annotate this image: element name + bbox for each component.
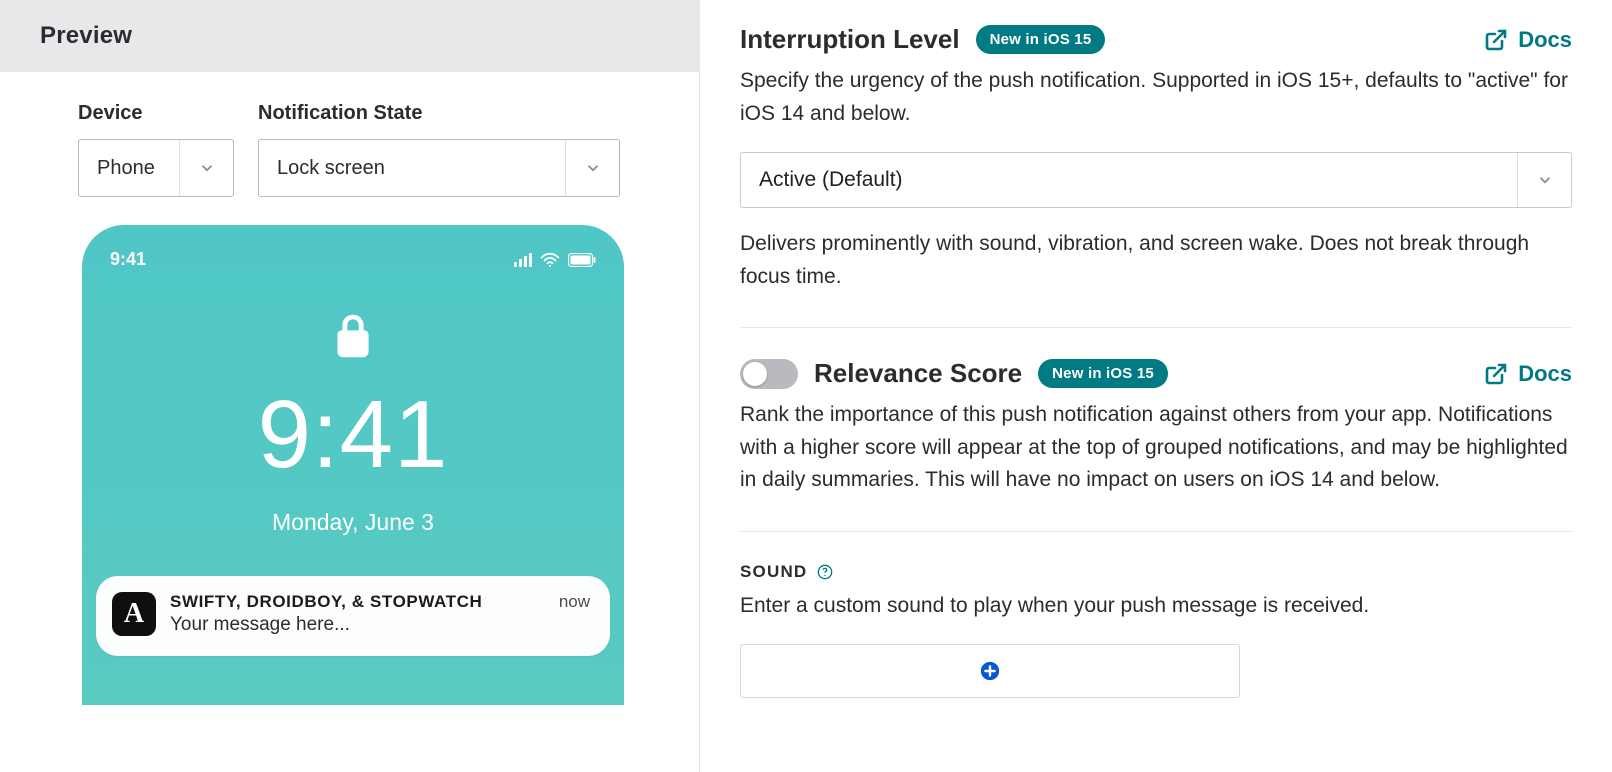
notification-body: SWIFTY, DROIDBOY, & STOPWATCH now Your m… xyxy=(170,592,590,636)
interruption-header: Interruption Level New in iOS 15 Docs xyxy=(740,24,1572,55)
sound-title: SOUND xyxy=(740,562,807,582)
preview-panel: Preview Device Phone Notification State … xyxy=(0,0,700,772)
interruption-title: Interruption Level xyxy=(740,24,960,55)
app-icon: A xyxy=(112,592,156,636)
interruption-section: Interruption Level New in iOS 15 Docs Sp… xyxy=(740,24,1572,328)
state-select[interactable]: Lock screen xyxy=(258,139,620,197)
help-icon[interactable] xyxy=(817,564,833,580)
relevance-description: Rank the importance of this push notific… xyxy=(740,399,1572,497)
lockscreen-time: 9:41 xyxy=(82,387,624,483)
add-sound-button[interactable] xyxy=(740,644,1240,698)
chevron-down-icon xyxy=(565,140,619,196)
notification-time: now xyxy=(559,592,590,612)
interruption-sub-description: Delivers prominently with sound, vibrati… xyxy=(740,228,1572,293)
external-link-icon xyxy=(1484,362,1508,386)
new-badge: New in iOS 15 xyxy=(976,25,1106,54)
preview-controls: Device Phone Notification State Lock scr… xyxy=(78,102,699,197)
device-control: Device Phone xyxy=(78,102,234,197)
external-link-icon xyxy=(1484,28,1508,52)
interruption-select-value: Active (Default) xyxy=(741,168,1517,192)
notification-card: A SWIFTY, DROIDBOY, & STOPWATCH now Your… xyxy=(96,576,610,656)
device-label: Device xyxy=(78,102,234,125)
device-select-value: Phone xyxy=(79,157,179,180)
relevance-title: Relevance Score xyxy=(814,358,1022,389)
phone-preview: 9:41 9:41 M xyxy=(82,225,624,705)
wifi-icon xyxy=(540,252,560,268)
lock-icon-wrap xyxy=(82,314,624,363)
relevance-toggle[interactable] xyxy=(740,359,798,389)
plus-circle-icon xyxy=(979,660,1001,682)
preview-body: Device Phone Notification State Lock scr… xyxy=(0,72,699,705)
status-time: 9:41 xyxy=(110,249,146,270)
interruption-description: Specify the urgency of the push notifica… xyxy=(740,65,1572,130)
device-select[interactable]: Phone xyxy=(78,139,234,197)
sound-section: SOUND Enter a custom sound to play when … xyxy=(740,562,1572,699)
settings-panel: Interruption Level New in iOS 15 Docs Sp… xyxy=(700,0,1612,772)
status-bar: 9:41 xyxy=(82,249,624,270)
lock-icon xyxy=(336,314,370,358)
preview-header: Preview xyxy=(0,0,699,72)
sound-description: Enter a custom sound to play when your p… xyxy=(740,590,1572,623)
docs-link[interactable]: Docs xyxy=(1484,361,1572,387)
state-select-value: Lock screen xyxy=(259,157,565,180)
relevance-header: Relevance Score New in iOS 15 Docs xyxy=(740,358,1572,389)
chevron-down-icon xyxy=(179,140,233,196)
docs-link[interactable]: Docs xyxy=(1484,27,1572,53)
relevance-section: Relevance Score New in iOS 15 Docs Rank … xyxy=(740,358,1572,532)
state-control: Notification State Lock screen xyxy=(258,102,620,197)
preview-title: Preview xyxy=(40,22,659,50)
status-icons xyxy=(514,252,596,268)
notification-title: SWIFTY, DROIDBOY, & STOPWATCH xyxy=(170,592,482,612)
lockscreen-date: Monday, June 3 xyxy=(82,509,624,536)
interruption-select[interactable]: Active (Default) xyxy=(740,152,1572,208)
signal-icon xyxy=(514,253,532,267)
new-badge: New in iOS 15 xyxy=(1038,359,1168,388)
battery-icon xyxy=(568,253,596,267)
chevron-down-icon xyxy=(1517,153,1571,207)
notification-message: Your message here... xyxy=(170,614,590,636)
docs-label: Docs xyxy=(1518,361,1572,387)
state-label: Notification State xyxy=(258,102,620,125)
sound-header: SOUND xyxy=(740,562,1572,582)
docs-label: Docs xyxy=(1518,27,1572,53)
